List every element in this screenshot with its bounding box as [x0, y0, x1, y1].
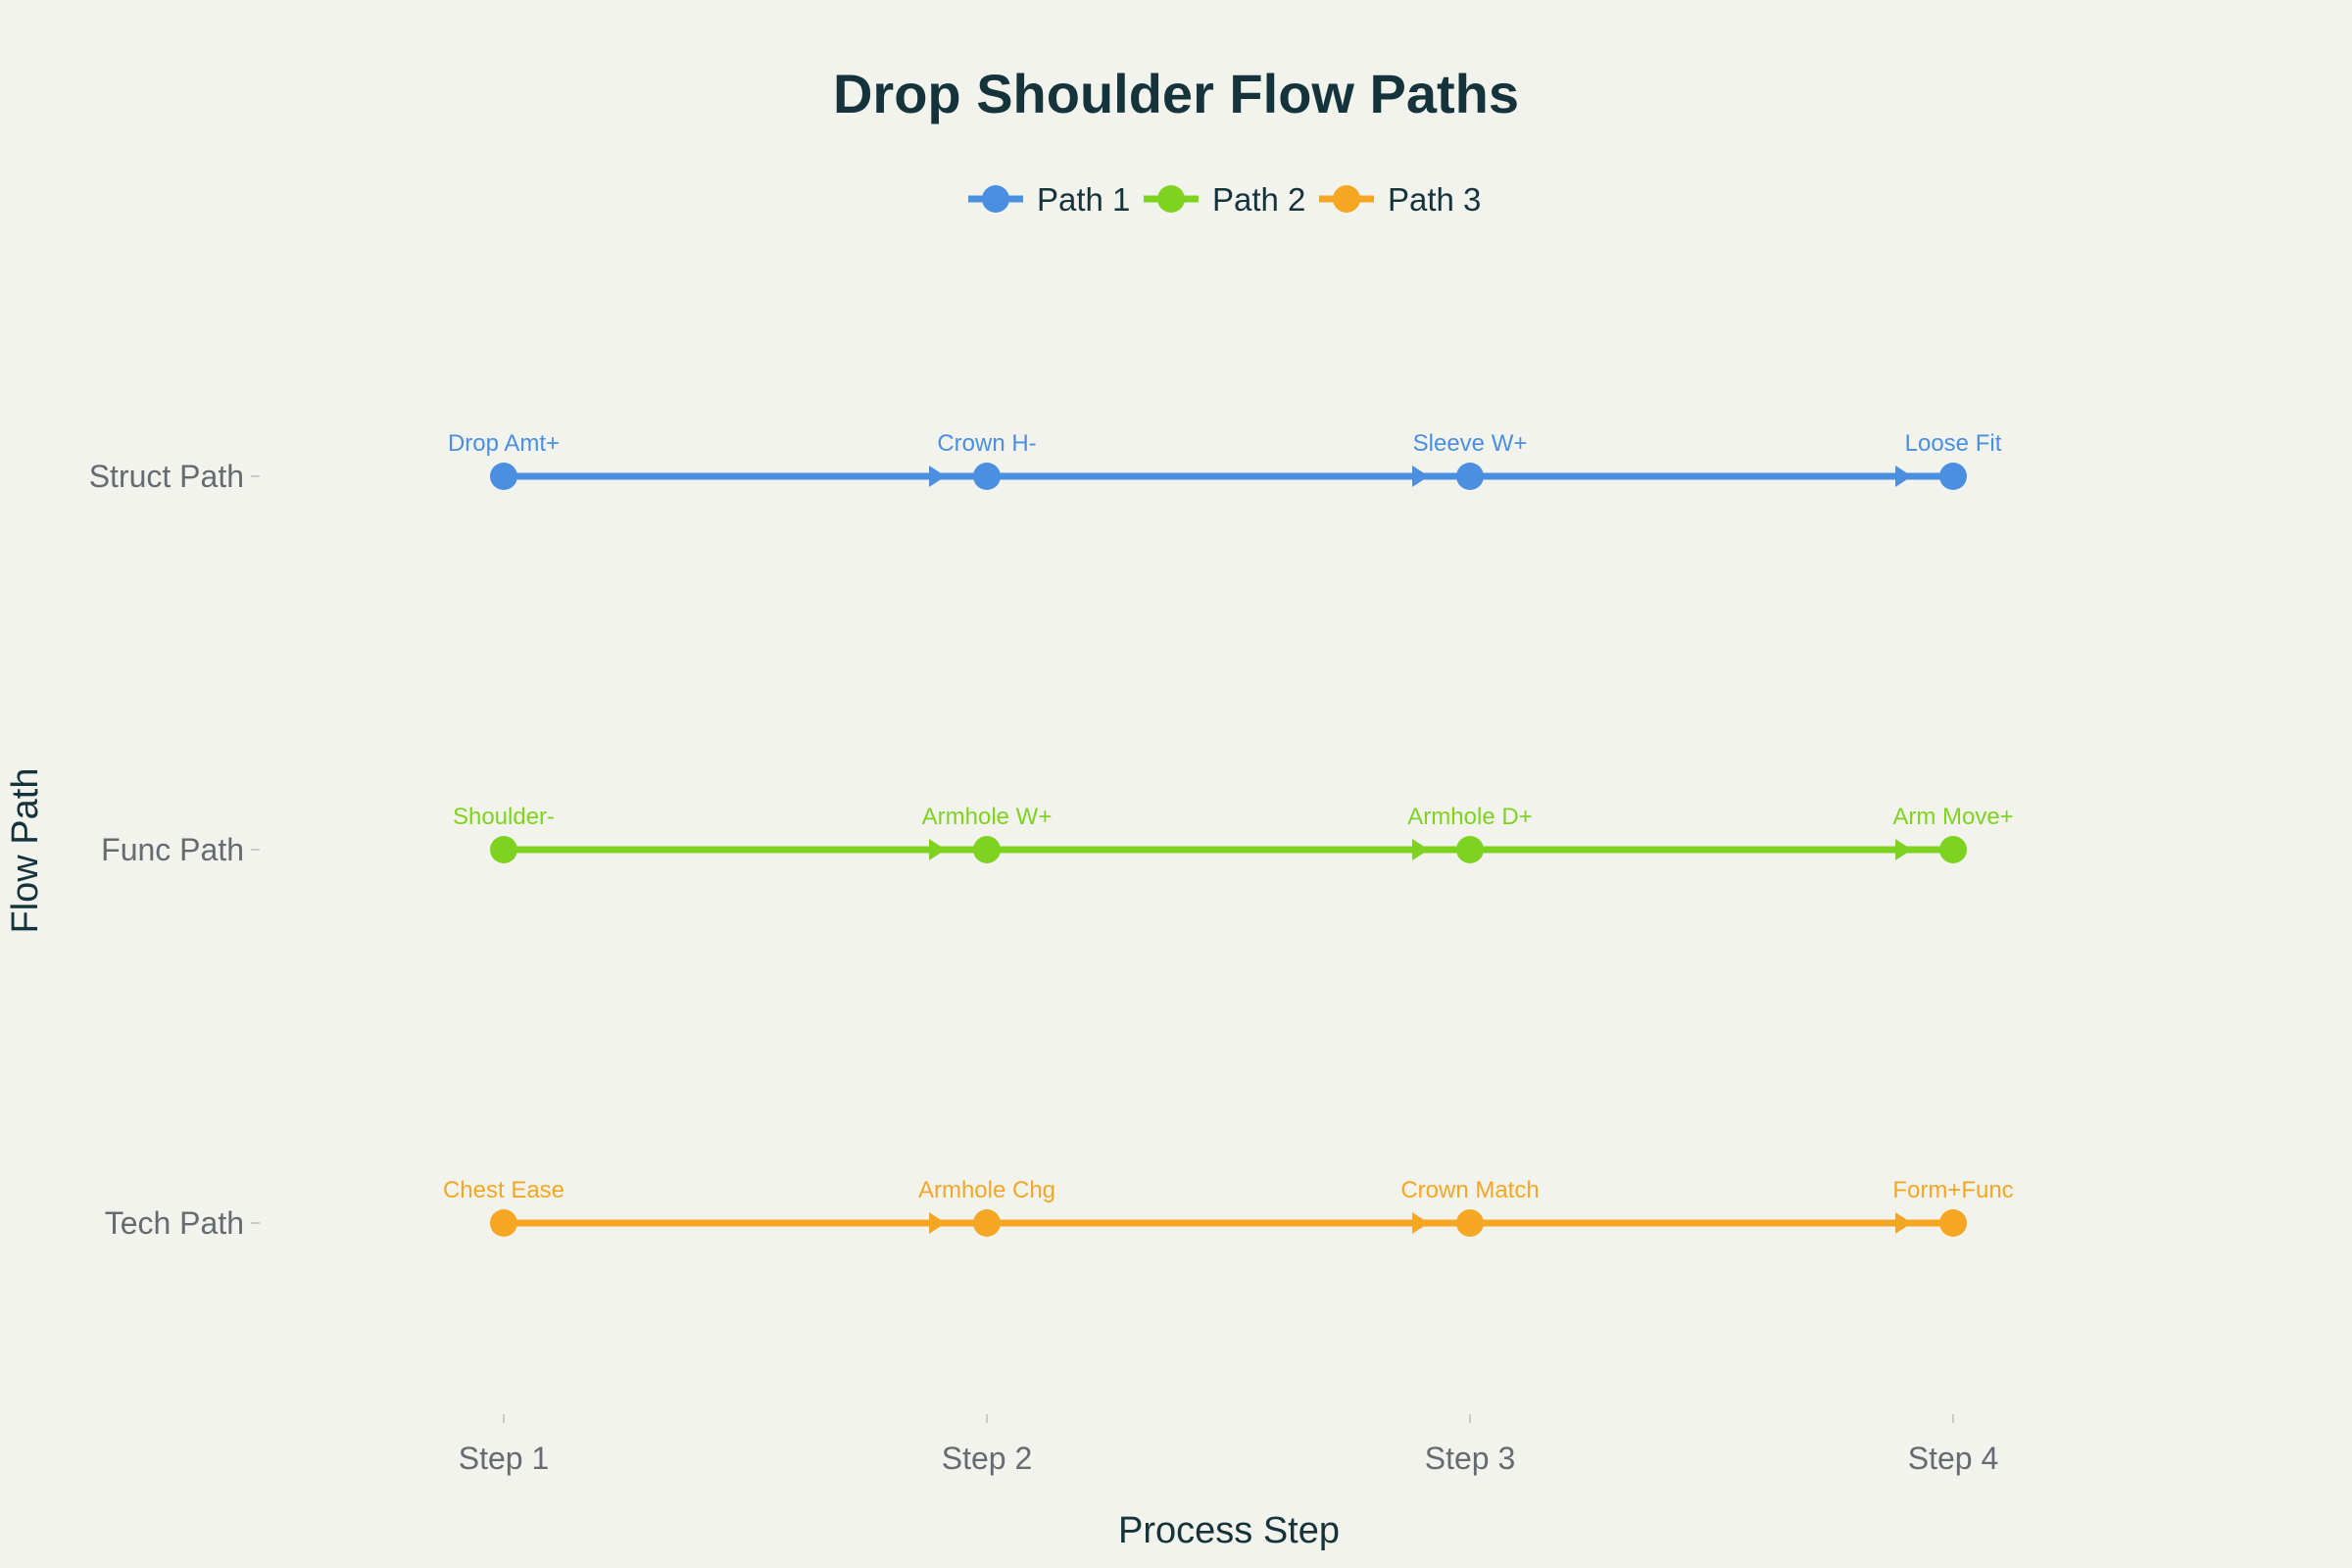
legend-marker	[982, 185, 1009, 213]
data-point	[973, 463, 1001, 490]
data-point	[973, 1209, 1001, 1237]
data-point	[1939, 836, 1967, 863]
series-2: Shoulder- Armhole W+ Armhole D+ Arm Move+	[453, 804, 2014, 863]
data-point	[1456, 1209, 1484, 1237]
arrow-head	[1895, 839, 1912, 860]
data-label: Sleeve W+	[1413, 430, 1528, 457]
flow-path-chart: Drop Shoulder Flow Paths Path 1 Path 2 Pat…	[5, 63, 2014, 1551]
data-label: Drop Amt+	[448, 430, 560, 457]
data-point	[490, 463, 517, 490]
legend-marker	[1333, 185, 1360, 213]
legend-label: Path 2	[1212, 181, 1305, 218]
data-point	[1456, 463, 1484, 490]
data-label: Loose Fit	[1905, 430, 2002, 457]
x-tick-label: Step 3	[1425, 1441, 1516, 1476]
data-point	[1456, 836, 1484, 863]
x-tick-label: Step 2	[942, 1441, 1033, 1476]
arrow-head	[929, 1212, 946, 1234]
arrow-head	[929, 466, 946, 487]
legend-label: Path 3	[1388, 181, 1481, 218]
arrow-head	[1412, 1212, 1429, 1234]
series-1: Drop Amt+ Crown H- Sleeve W+ Loose Fit	[448, 430, 2002, 490]
arrow-head	[1895, 466, 1912, 487]
chart-container: Drop Shoulder Flow Paths Path 1 Path 2 Pat…	[0, 0, 2352, 1568]
data-point	[1939, 1209, 1967, 1237]
legend: Path 1 Path 2 Path 3	[968, 181, 1481, 218]
y-axis: Struct Path Func Path Tech Path	[89, 459, 260, 1241]
legend-item: Path 3	[1319, 181, 1481, 218]
legend-item: Path 1	[968, 181, 1130, 218]
x-tick-label: Step 4	[1908, 1441, 1999, 1476]
arrow-head	[1412, 466, 1429, 487]
arrow-head	[929, 839, 946, 860]
chart-title: Drop Shoulder Flow Paths	[833, 63, 1519, 124]
data-label: Crown H-	[937, 430, 1036, 457]
y-axis-title: Flow Path	[5, 768, 46, 934]
legend-item: Path 2	[1144, 181, 1305, 218]
data-label: Crown Match	[1400, 1177, 1539, 1203]
y-tick-label: Struct Path	[89, 459, 244, 494]
legend-label: Path 1	[1037, 181, 1130, 218]
x-axis: Step 1 Step 2 Step 3 Step 4	[459, 1414, 1999, 1476]
data-label: Armhole Chg	[918, 1177, 1055, 1203]
data-point	[973, 836, 1001, 863]
data-label: Armhole W+	[922, 804, 1053, 830]
y-tick-label: Tech Path	[105, 1205, 244, 1241]
legend-marker	[1157, 185, 1185, 213]
data-point	[1939, 463, 1967, 490]
data-point	[490, 836, 517, 863]
data-label: Form+Func	[1892, 1177, 2013, 1203]
data-point	[490, 1209, 517, 1237]
y-tick-label: Func Path	[101, 832, 244, 867]
data-label: Chest Ease	[443, 1177, 564, 1203]
data-label: Shoulder-	[453, 804, 555, 830]
x-tick-label: Step 1	[459, 1441, 550, 1476]
data-label: Arm Move+	[1892, 804, 2013, 830]
arrow-head	[1412, 839, 1429, 860]
arrow-head	[1895, 1212, 1912, 1234]
data-label: Armhole D+	[1407, 804, 1532, 830]
series-3: Chest Ease Armhole Chg Crown Match Form+Fun…	[443, 1177, 2014, 1237]
x-axis-title: Process Step	[1118, 1510, 1340, 1551]
series-layer: Drop Amt+ Crown H- Sleeve W+ Loose Fit Shoul…	[443, 430, 2014, 1237]
